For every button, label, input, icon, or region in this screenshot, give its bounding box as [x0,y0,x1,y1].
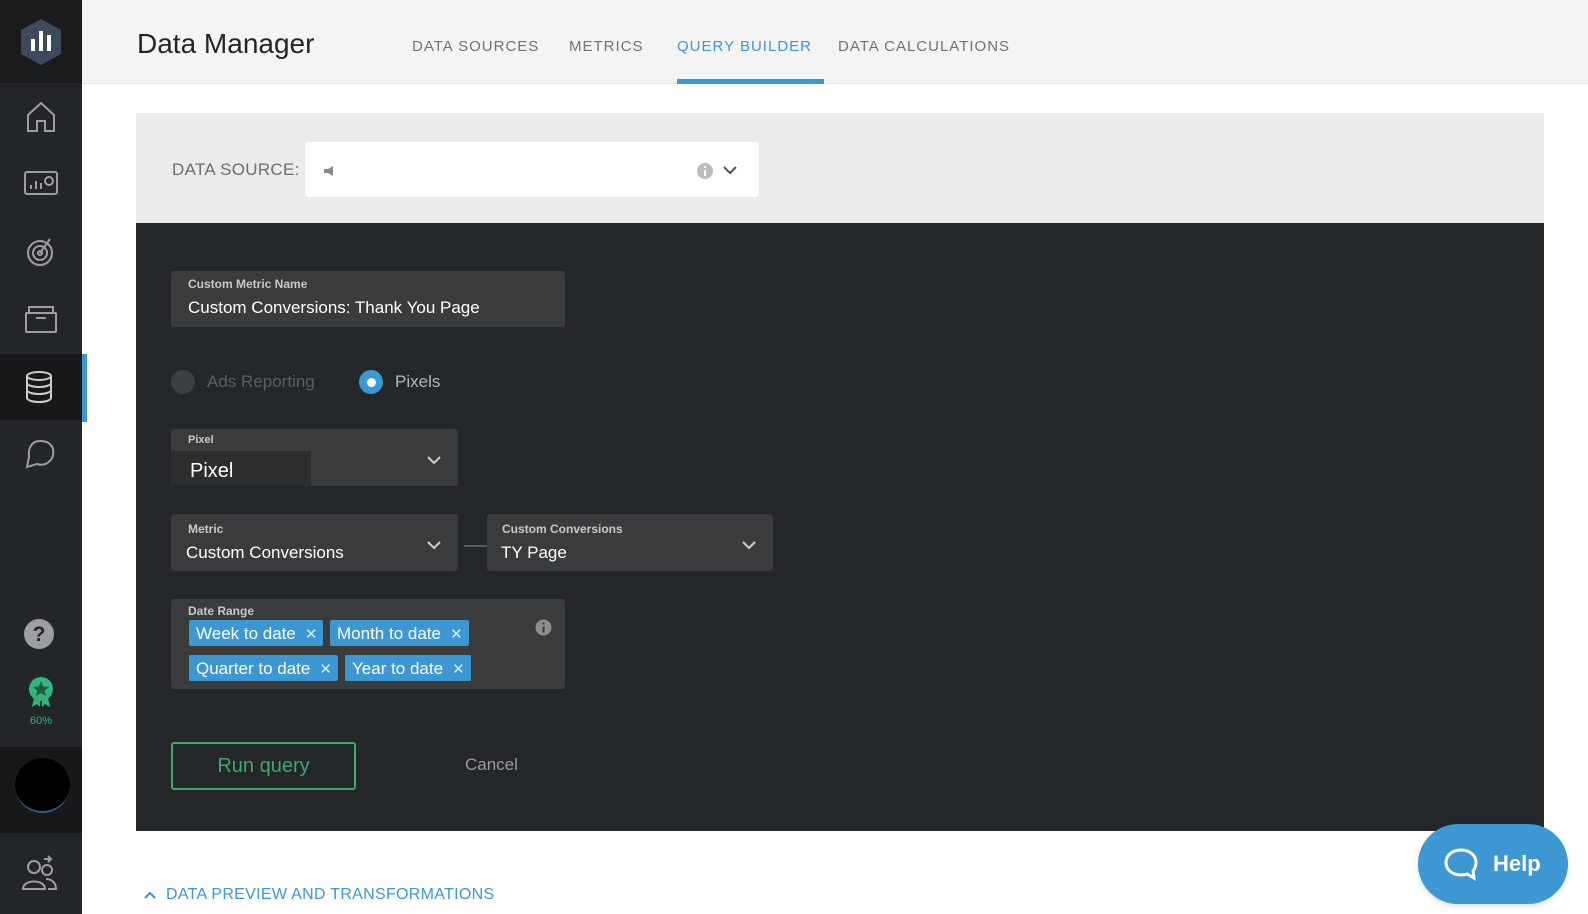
sidebar-item-reports[interactable] [0,286,82,352]
folder-icon [25,306,57,333]
chevron-down-icon [427,456,441,465]
award-badge[interactable]: 60% [0,676,82,727]
remove-chip-icon[interactable]: ✕ [319,660,332,678]
data-preview-toggle[interactable]: DATA PREVIEW AND TRANSFORMATIONS [143,886,494,904]
date-range-field[interactable]: Date Range Week to date ✕ Month to date … [171,599,565,689]
tab-data-sources[interactable]: DATA SOURCES [412,38,539,55]
cancel-button[interactable]: Cancel [465,755,518,775]
tab-data-calculations[interactable]: DATA CALCULATIONS [838,38,1010,55]
megaphone-icon [324,166,333,176]
pixel-select[interactable]: Pixel Pixel [171,429,458,486]
database-icon [26,371,52,404]
data-source-select[interactable] [305,142,759,197]
tab-metrics[interactable]: METRICS [569,38,644,55]
goals-icon [27,238,53,266]
chip-label: Quarter to date [196,659,311,678]
award-icon [29,677,53,707]
radio-dot [171,370,195,394]
sidebar-item-data-manager[interactable] [0,354,87,422]
dashboard-icon [24,171,58,195]
custom-conversions-select[interactable]: Custom Conversions TY Page [487,514,773,571]
radio-dot-selected [359,370,383,394]
date-chip-quarter-to-date[interactable]: Quarter to date ✕ [189,655,338,681]
tab-query-builder[interactable]: QUERY BUILDER [677,38,812,55]
chat-bubble-icon [1444,848,1478,881]
data-source-label: DATA SOURCE: [172,160,300,179]
remove-chip-icon[interactable]: ✕ [450,625,463,643]
sidebar-item-home[interactable] [0,84,82,150]
sidebar-item-goals[interactable] [0,218,82,284]
help-circle-icon[interactable]: ? [23,618,55,650]
sidebar-item-dashboards[interactable] [0,150,82,216]
pixel-label: Pixel [188,434,214,446]
metric-value: Custom Conversions [186,543,344,562]
svg-text:?: ? [33,623,46,646]
avatar[interactable] [15,758,70,813]
radio-ads-reporting[interactable]: Ads Reporting [171,370,315,394]
alerts-icon [25,439,55,469]
data-source-bar: DATA SOURCE: [136,113,1544,223]
metric-name-label: Custom Metric Name [188,277,308,291]
user-area [0,747,82,833]
date-range-label: Date Range [188,604,255,618]
metric-name-field[interactable]: Custom Metric Name Custom Conversions: T… [171,271,565,327]
run-query-button[interactable]: Run query [171,742,356,790]
chevron-down-icon [427,541,441,550]
page-title: Data Manager [137,28,315,59]
chip-label: Week to date [196,624,296,643]
metric-select[interactable]: Metric Custom Conversions [171,514,458,571]
radio-pixels[interactable]: Pixels [359,370,440,394]
logo-icon [21,18,61,65]
date-chip-week-to-date[interactable]: Week to date ✕ [189,620,324,646]
info-icon[interactable] [696,162,714,180]
radio-pixels-label: Pixels [395,372,441,391]
date-chip-month-to-date[interactable]: Month to date ✕ [330,620,469,646]
chevron-down-icon[interactable] [722,164,738,176]
chevron-down-icon [742,541,756,550]
metric-label: Metric [188,522,224,536]
radio-ads-reporting-label: Ads Reporting [207,372,315,391]
data-preview-label: DATA PREVIEW AND TRANSFORMATIONS [166,886,495,903]
award-label: 60% [29,715,53,727]
active-indicator [82,354,87,422]
team-icon[interactable] [20,855,58,893]
remove-chip-icon[interactable]: ✕ [452,660,465,678]
help-button[interactable]: Help [1418,824,1568,904]
chevron-up-icon [144,891,156,899]
home-icon [27,101,55,132]
custom-conversions-label: Custom Conversions [502,522,623,536]
active-tab-indicator [677,79,824,84]
custom-conversions-value: TY Page [501,543,567,562]
header: Data Manager DATA SOURCES METRICS QUERY … [82,0,1588,84]
metric-name-value: Custom Conversions: Thank You Page [188,298,480,317]
sidebar-item-alerts[interactable] [0,422,82,488]
help-label: Help [1493,851,1541,876]
remove-chip-icon[interactable]: ✕ [305,625,318,643]
sidebar: ? 60% [0,0,87,914]
pixel-value: Pixel [190,460,234,482]
info-icon[interactable] [535,619,552,636]
date-chip-year-to-date[interactable]: Year to date ✕ [345,655,471,681]
chip-label: Year to date [352,659,444,678]
chip-label: Month to date [337,624,441,643]
query-panel: Custom Metric Name Custom Conversions: T… [136,223,1544,831]
logo-area[interactable] [0,0,82,83]
